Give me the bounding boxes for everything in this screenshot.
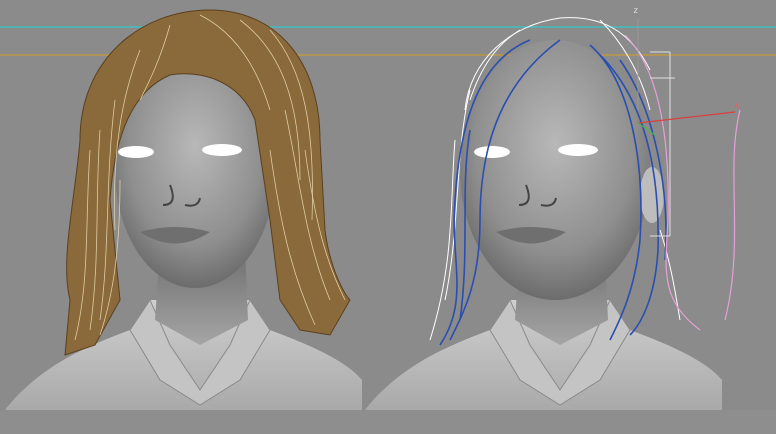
left-figure[interactable]	[5, 9, 362, 410]
3d-viewport[interactable]: z x	[0, 0, 776, 434]
right-ear	[640, 167, 664, 223]
left-eye-left	[118, 146, 154, 158]
right-face	[460, 40, 650, 300]
ground-strip	[0, 410, 776, 434]
gizmo-z-label: z	[633, 6, 639, 16]
right-figure[interactable]	[365, 17, 741, 410]
right-eye-right	[558, 144, 598, 156]
right-eye-left	[474, 146, 510, 158]
gizmo-x-label: x	[734, 101, 740, 111]
transform-gizmo[interactable]	[637, 18, 736, 136]
viewport-canvas[interactable]	[0, 0, 776, 434]
gizmo-x-axis[interactable]	[637, 111, 736, 124]
left-eye-right	[202, 144, 242, 156]
